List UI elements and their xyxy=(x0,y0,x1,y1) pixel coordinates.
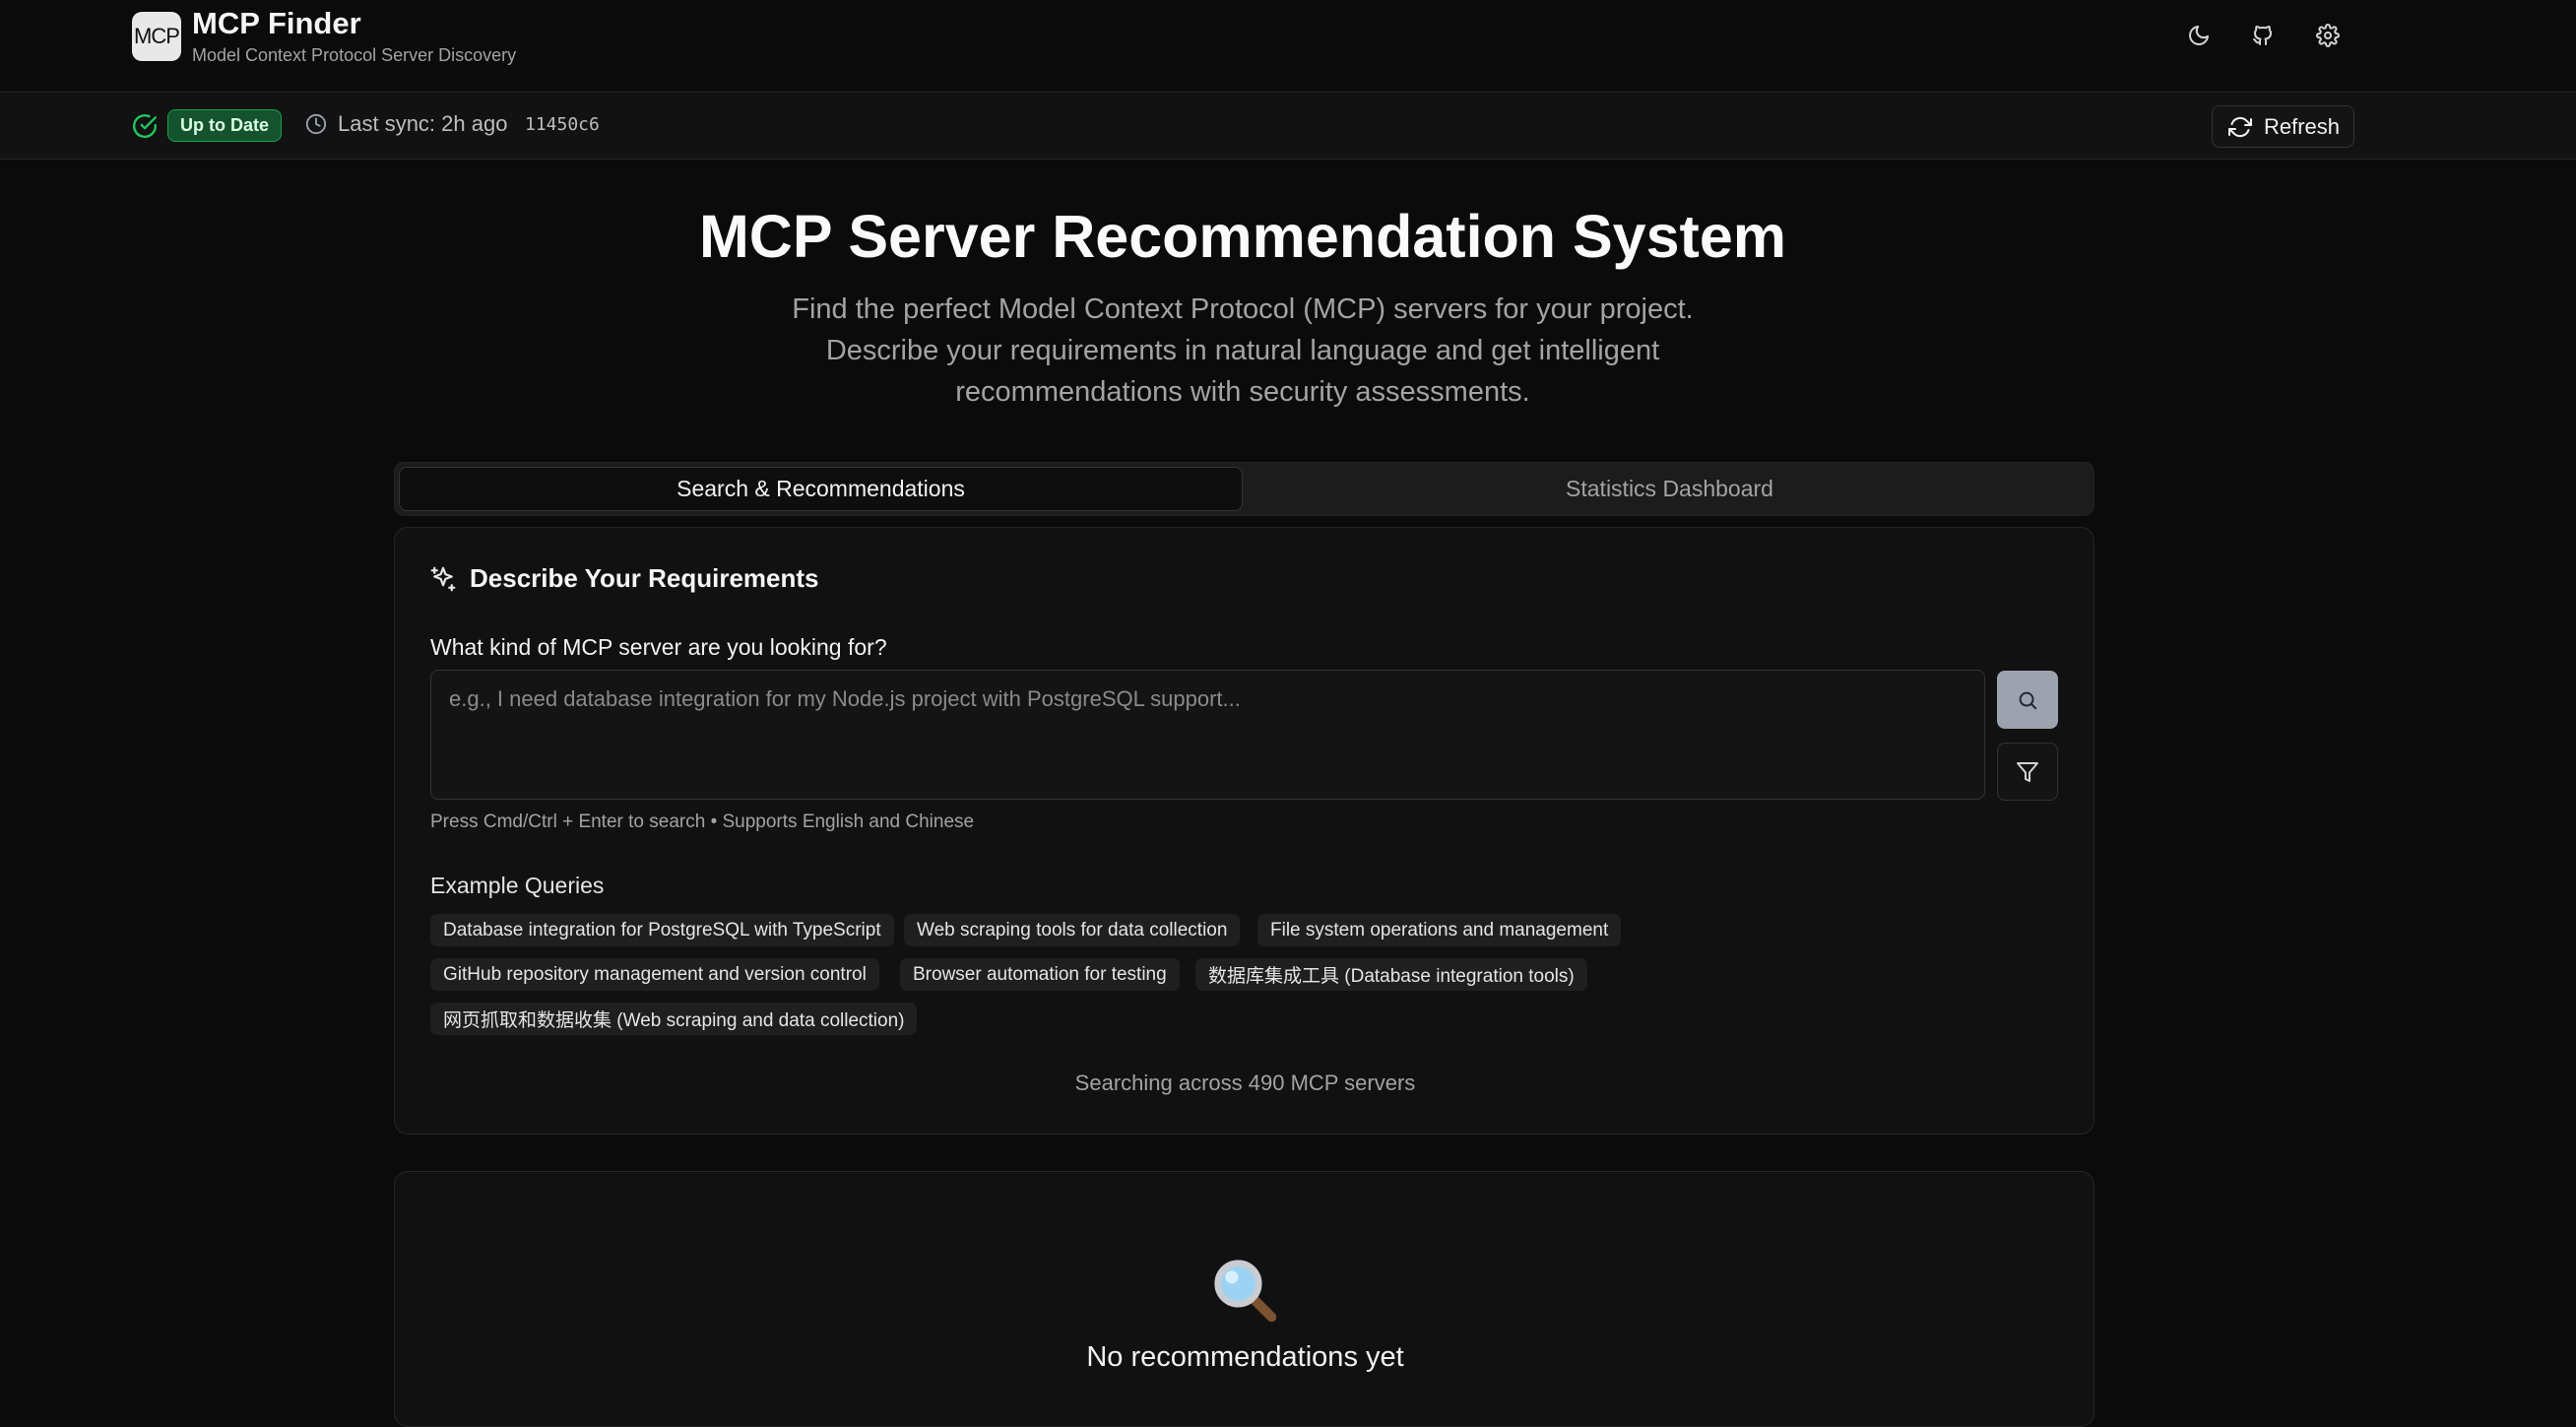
example-query-chip[interactable]: Browser automation for testing xyxy=(900,958,1180,991)
example-queries-title: Example Queries xyxy=(430,873,605,898)
page-description: Find the perfect Model Context Protocol … xyxy=(792,293,1694,408)
requirements-input[interactable] xyxy=(430,670,1985,800)
github-icon[interactable] xyxy=(2243,16,2283,55)
app-subtitle: Model Context Protocol Server Discovery xyxy=(192,45,517,65)
requirements-card: Describe Your Requirements What kind of … xyxy=(394,527,2094,1135)
filter-button[interactable] xyxy=(1997,743,2058,801)
search-icon xyxy=(2017,689,2038,711)
app-title: MCP Finder xyxy=(192,6,361,40)
refresh-label: Refresh xyxy=(2264,113,2341,139)
server-count-text: Searching across 490 MCP servers xyxy=(1074,1070,1416,1095)
sparkles-icon xyxy=(428,564,458,594)
example-query-chip[interactable]: Database integration for PostgreSQL with… xyxy=(430,914,894,946)
example-query-chip[interactable]: 网页抓取和数据收集 (Web scraping and data collect… xyxy=(430,1003,918,1035)
tab-statistics-dashboard[interactable]: Statistics Dashboard xyxy=(1248,467,2092,511)
refresh-icon xyxy=(2228,115,2252,139)
filter-icon xyxy=(2016,760,2039,784)
commit-hash: 11450c6 xyxy=(525,114,600,135)
empty-state-text: No recommendations yet xyxy=(1086,1341,1404,1373)
tab-search-recommendations[interactable]: Search & Recommendations xyxy=(399,467,1243,511)
example-query-chip[interactable]: Web scraping tools for data collection xyxy=(904,914,1241,946)
magnifying-glass-icon xyxy=(1210,1256,1279,1325)
card-header: Describe Your Requirements xyxy=(428,563,819,594)
example-query-chip[interactable]: 数据库集成工具 (Database integration tools) xyxy=(1195,958,1587,991)
last-sync-text: Last sync: 2h ago xyxy=(338,111,508,136)
app-logo: MCP xyxy=(132,12,181,61)
query-field-label: What kind of MCP server are you looking … xyxy=(430,634,887,660)
page-title: MCP Server Recommendation System xyxy=(698,203,1787,270)
search-button[interactable] xyxy=(1997,671,2058,729)
search-hint: Press Cmd/Ctrl + Enter to search • Suppo… xyxy=(430,811,975,832)
recommendations-card: No recommendations yet xyxy=(394,1171,2094,1427)
status-badge: Up to Date xyxy=(167,109,282,142)
check-circle-icon xyxy=(132,113,158,139)
refresh-button[interactable]: Refresh xyxy=(2212,105,2354,148)
example-query-chip[interactable]: GitHub repository management and version… xyxy=(430,958,879,991)
gear-icon[interactable] xyxy=(2308,16,2348,55)
example-query-chip[interactable]: File system operations and management xyxy=(1257,914,1622,946)
moon-icon[interactable] xyxy=(2179,16,2219,55)
sync-status-bar: Up to Date Last sync: 2h ago 11450c6 Ref… xyxy=(0,94,2576,160)
tab-list: Search & Recommendations Statistics Dash… xyxy=(394,462,2094,516)
section-title: Describe Your Requirements xyxy=(470,563,819,593)
clock-icon xyxy=(305,113,329,137)
app-header: MCP MCP Finder Model Context Protocol Se… xyxy=(0,0,2576,93)
